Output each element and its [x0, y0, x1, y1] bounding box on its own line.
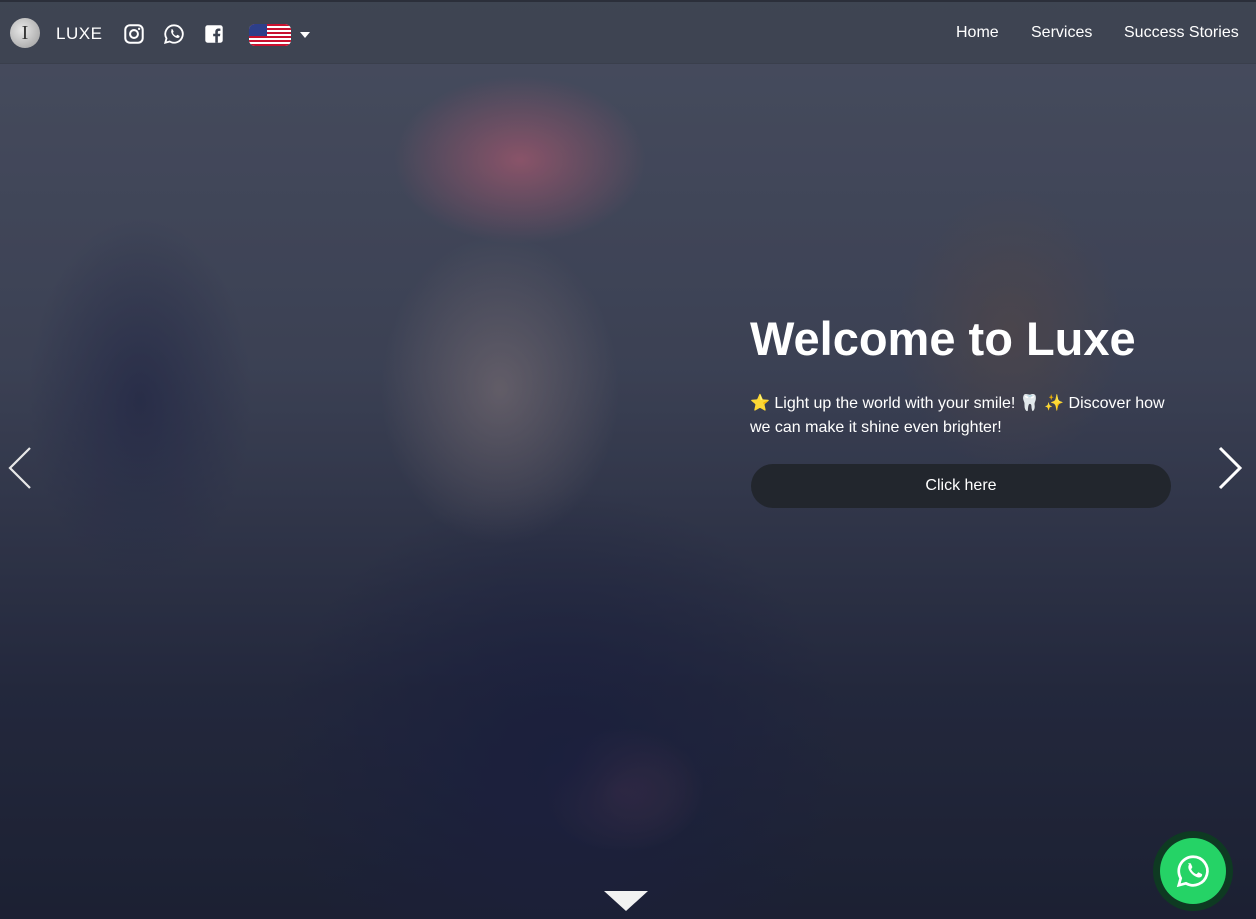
whatsapp-icon[interactable] — [163, 23, 185, 45]
hero-title: Welcome to Luxe — [750, 312, 1136, 365]
hero-subtitle: ⭐ Light up the world with your smile! 🦷 … — [750, 395, 1165, 436]
hero-overlay — [0, 0, 1256, 919]
chevron-right-icon[interactable] — [1216, 444, 1246, 492]
nav-link-success-stories[interactable]: Success Stories — [1124, 24, 1239, 42]
language-dropdown-caret-icon[interactable] — [300, 32, 310, 38]
brand-logo[interactable]: I — [10, 18, 40, 48]
nav-link-services[interactable]: Services — [1031, 24, 1092, 42]
nav-link-home[interactable]: Home — [956, 24, 999, 42]
whatsapp-fab-inner — [1160, 838, 1226, 904]
cta-button[interactable]: Click here — [751, 464, 1171, 508]
whatsapp-icon — [1176, 855, 1209, 888]
caret-down-icon[interactable] — [604, 891, 648, 911]
brand-name[interactable]: LUXE — [56, 24, 102, 44]
instagram-icon[interactable] — [123, 23, 145, 45]
chevron-left-icon[interactable] — [4, 444, 34, 492]
page: I LUXE Home Services Success Stories Wel… — [0, 0, 1256, 919]
facebook-icon[interactable] — [203, 23, 225, 45]
whatsapp-floating-button[interactable] — [1153, 831, 1233, 911]
us-flag-icon[interactable] — [249, 24, 291, 46]
brand-logo-letter: I — [21, 22, 29, 44]
top-navbar: I LUXE Home Services Success Stories — [0, 0, 1256, 64]
